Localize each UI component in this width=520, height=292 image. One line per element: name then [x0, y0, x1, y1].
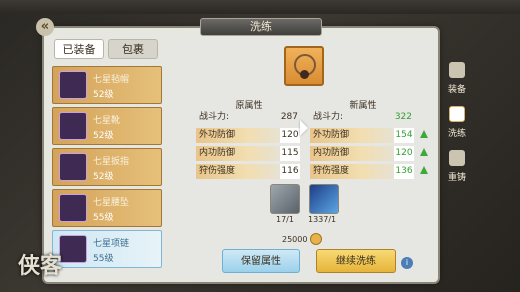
list-item[interactable]: 七星腰坠 55级	[52, 189, 162, 227]
crystal-material-icon[interactable]	[309, 184, 339, 214]
item-name: 七星靴	[93, 116, 121, 126]
game-logo: 侠客	[18, 253, 63, 279]
helmet-icon	[449, 62, 465, 78]
coin-icon	[310, 233, 322, 245]
stat-row: 狩伤强度 116	[196, 164, 302, 179]
power-value: 322	[394, 112, 412, 122]
list-item-selected[interactable]: 七星项链 55级	[52, 230, 162, 268]
up-arrow-icon	[420, 148, 428, 156]
stat-value: 115	[280, 146, 300, 161]
side-tab-label: 洗练	[447, 129, 466, 139]
stat-label: 狩伤强度	[196, 164, 282, 179]
item-name: 七星项链	[93, 239, 130, 249]
tab-bar: 已装备 包裹	[54, 39, 164, 59]
pendant-gem-icon	[300, 70, 309, 79]
item-name: 七星扳指	[93, 157, 130, 167]
stat-label: 内功防御	[310, 146, 396, 161]
tab-equipped[interactable]: 已装备	[54, 39, 104, 59]
boots-icon	[59, 112, 87, 140]
side-tab-equip[interactable]: 装备	[442, 58, 472, 102]
item-name: 七星腰坠	[93, 198, 130, 208]
list-item[interactable]: 七星扳指 52级	[52, 148, 162, 186]
game-scene: « 洗练 已装备 包裹 七星毡帽 52级 七星靴 52级 七星扳指 52级 七星…	[0, 0, 520, 292]
necklace-icon	[59, 235, 87, 263]
stat-value: 136	[394, 164, 414, 179]
new-stats: 新属性 战斗力: 322 外功防御 154 内功防御 120 狩伤强度 136	[310, 98, 428, 179]
power-label: 战斗力:	[199, 112, 230, 122]
material-count: 17/1	[276, 215, 294, 224]
equipment-list: 七星毡帽 52级 七星靴 52级 七星扳指 52级 七星腰坠 55级 七星项链 …	[52, 62, 164, 276]
close-button[interactable]: «	[36, 18, 54, 36]
stat-row: 外功防御 120	[196, 128, 302, 143]
power-row: 战斗力: 287	[196, 110, 302, 125]
ring-icon	[59, 153, 87, 181]
item-level: 55级	[93, 254, 114, 264]
stat-value: 116	[280, 164, 300, 179]
material-count: 1337/1	[308, 215, 337, 224]
list-item[interactable]: 七星毡帽 52级	[52, 66, 162, 104]
original-stats: 原属性 战斗力: 287 外功防御 120 内功防御 115 狩伤强度 116	[196, 98, 302, 179]
up-arrow-icon	[420, 166, 428, 174]
continue-refine-button[interactable]: 继续洗练	[316, 249, 396, 273]
hammer-icon	[449, 150, 465, 166]
item-name: 七星毡帽	[93, 75, 130, 85]
keep-attributes-button[interactable]: 保留属性	[222, 249, 300, 273]
stat-row: 内功防御 120	[310, 146, 428, 161]
refine-icon	[449, 106, 465, 122]
stat-value: 120	[394, 146, 414, 161]
stat-value: 120	[280, 128, 300, 143]
pendant-icon	[59, 194, 87, 222]
power-row: 战斗力: 322	[310, 110, 416, 125]
stat-label: 狩伤强度	[310, 164, 396, 179]
stat-label: 外功防御	[196, 128, 282, 143]
item-level: 52级	[93, 131, 114, 141]
item-level: 52级	[93, 172, 114, 182]
stone-material-icon[interactable]	[270, 184, 300, 214]
tab-bag[interactable]: 包裹	[108, 39, 158, 59]
stat-row: 狩伤强度 136	[310, 164, 428, 179]
window-title: 洗练	[200, 18, 322, 36]
hat-icon	[59, 71, 87, 99]
stat-label: 外功防御	[310, 128, 396, 143]
info-icon[interactable]: i	[401, 257, 413, 269]
side-tab-label: 重铸	[447, 173, 466, 183]
stat-row: 内功防御 115	[196, 146, 302, 161]
item-level: 55级	[93, 213, 114, 223]
side-tab-label: 装备	[447, 85, 466, 95]
list-item[interactable]: 七星靴 52级	[52, 107, 162, 145]
stat-row: 外功防御 154	[310, 128, 428, 143]
stat-value: 154	[394, 128, 414, 143]
cost-value: 25000	[282, 235, 308, 244]
up-arrow-icon	[420, 130, 428, 138]
right-arrow-icon	[300, 120, 308, 136]
stat-label: 内功防御	[196, 146, 282, 161]
selected-item-slot	[284, 46, 324, 86]
resource-bar	[0, 0, 520, 14]
power-label: 战斗力:	[313, 112, 344, 122]
side-tab-refine[interactable]: 洗练	[442, 102, 472, 146]
power-value: 287	[280, 112, 298, 122]
side-tab-reforge[interactable]: 重铸	[442, 146, 472, 190]
item-level: 52级	[93, 90, 114, 100]
